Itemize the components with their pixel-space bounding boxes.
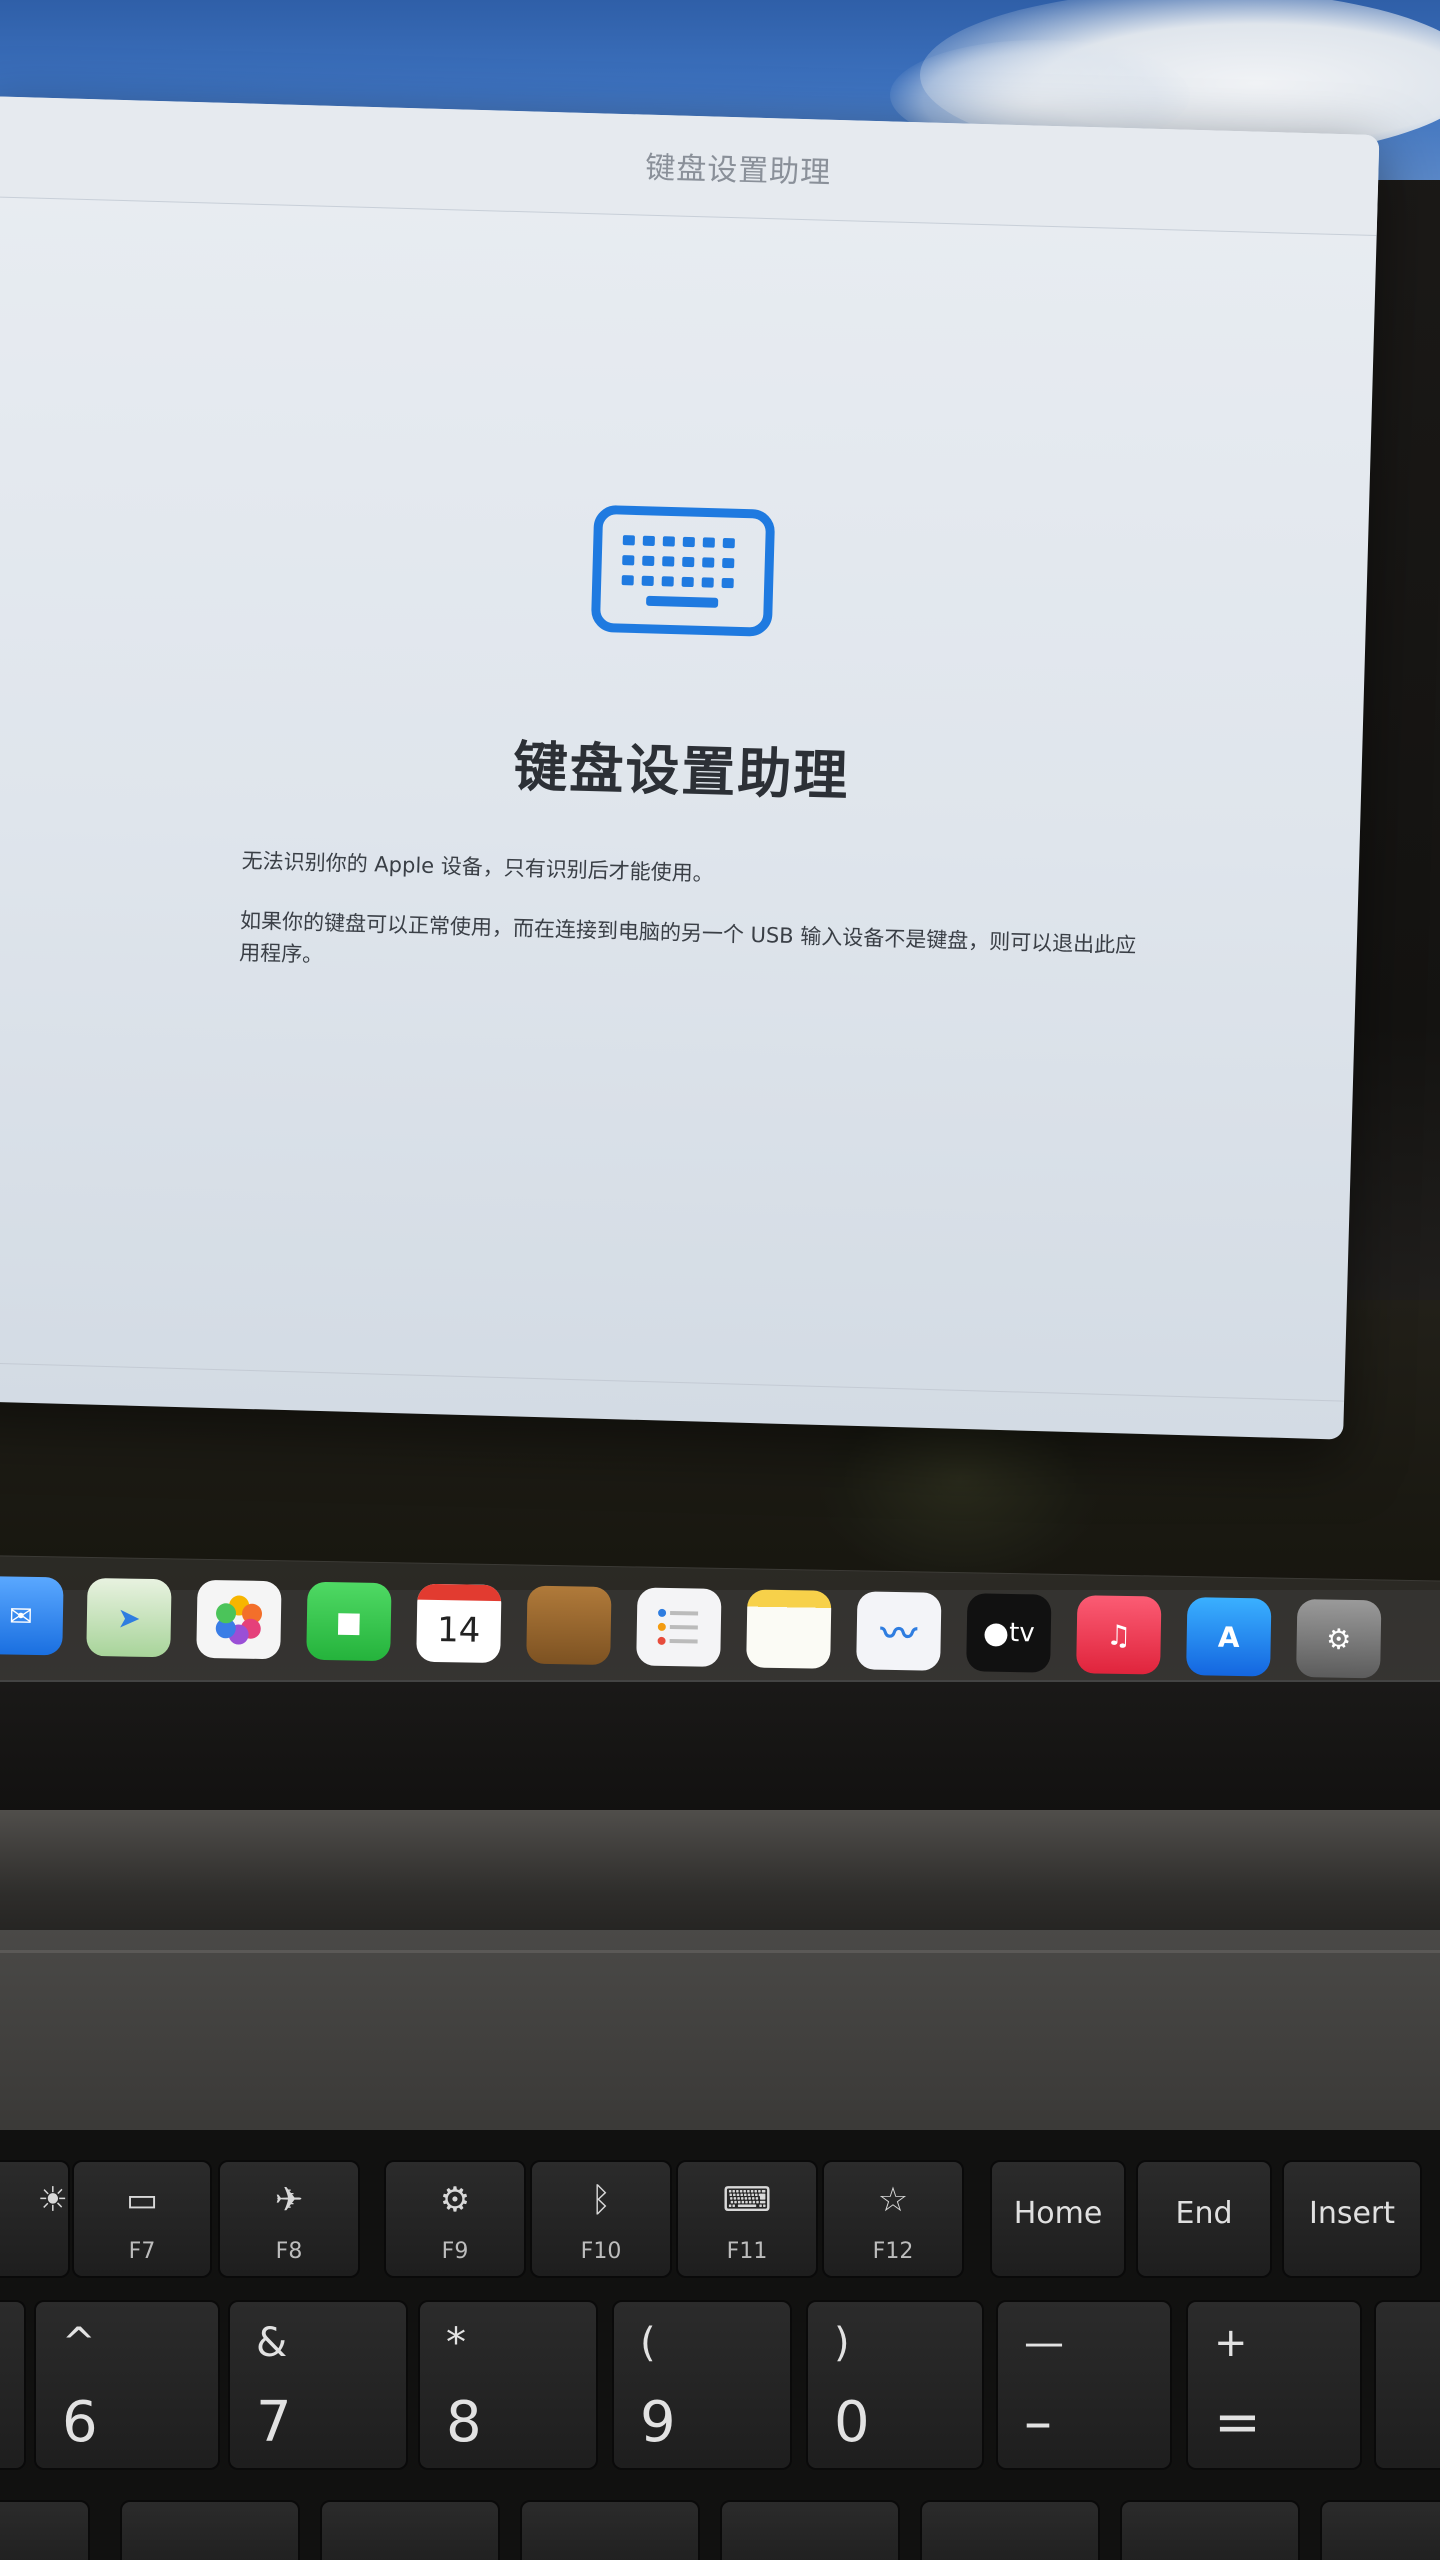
reminders-icon[interactable] [636,1587,722,1667]
home-key[interactable]: Home [990,2160,1126,2278]
key-minus[interactable]: — – [996,2300,1172,2470]
key-partial[interactable] [320,2500,500,2560]
keyboard-icon: ⌨ [722,2180,772,2220]
key-upper: ) [834,2320,850,2366]
backspace-key-partial[interactable] [1374,2300,1440,2470]
key-upper: ^ [62,2320,96,2366]
key-label: F9 [441,2239,469,2264]
f7-key[interactable]: ▭ F7 [72,2160,212,2278]
key-lower: = [1214,2390,1261,2455]
key-upper: ( [640,2320,656,2366]
app-heading: 键盘设置助理 [512,735,851,808]
key-partial[interactable] [120,2500,300,2560]
system-settings-icon[interactable]: ⚙ [1296,1598,1382,1679]
key-6[interactable]: ^ 6 [34,2300,220,2470]
laptop-hinge [0,1810,1440,1930]
key-upper: + [1214,2320,1248,2366]
key-label: F10 [580,2239,622,2264]
key-label: Insert [1308,2196,1396,2231]
facetime-icon[interactable]: ■ [306,1581,392,1662]
keyboard-icon [591,505,775,637]
key-lower: 0 [834,2390,870,2455]
key-partial[interactable] [0,2300,26,2470]
key-label: Home [1013,2196,1103,2231]
key-9[interactable]: ( 9 [612,2300,792,2470]
display-icon: ▭ [125,2180,159,2220]
laptop-bezel [0,1680,1440,1812]
f9-key[interactable]: ⚙ F9 [384,2160,526,2278]
gear-icon: ⚙ [439,2180,471,2220]
app-store-icon[interactable]: A [1186,1597,1272,1677]
contacts-icon[interactable] [526,1585,612,1666]
tv-label: tv [1008,1617,1035,1649]
key-partial[interactable] [1120,2500,1300,2560]
keyboard-setup-window: 键盘设置助理 键盘设置助理 无法识别你的 Apple 设备，只有识别后才能使用。… [0,96,1380,1440]
tv-icon[interactable]: ● tv [966,1593,1052,1673]
bluetooth-icon: ᛒ [590,2180,612,2220]
key-partial[interactable] [1320,2500,1440,2560]
freeform-icon[interactable]: 〰 [856,1591,942,1671]
key-0[interactable]: ) 0 [806,2300,984,2470]
maps-icon[interactable]: ➤ [86,1577,172,1658]
deck-edge [0,1950,1440,1953]
reminders-list-icon [657,1608,699,1645]
key-label: End [1175,2196,1233,2231]
key-8[interactable]: * 8 [418,2300,598,2470]
window-title: 键盘设置助理 [644,150,832,191]
key-upper: * [446,2320,466,2366]
key-partial[interactable] [720,2500,900,2560]
photos-icon[interactable] [196,1579,282,1660]
star-icon: ☆ [877,2180,909,2220]
calendar-icon[interactable]: 14 [416,1583,502,1664]
key-label: F12 [872,2239,914,2264]
key-lower: 9 [640,2390,676,2455]
f11-key[interactable]: ⌨ F11 [676,2160,818,2278]
fn-key-partial[interactable]: ☀ [0,2160,70,2278]
photo-scene: 键盘设置助理 键盘设置助理 无法识别你的 Apple 设备，只有识别后才能使用。… [0,0,1440,2560]
key-lower: 7 [256,2390,292,2455]
mail-icon[interactable]: ✉ [0,1575,64,1656]
calendar-header [417,1583,502,1602]
notes-icon[interactable] [746,1589,832,1669]
key-partial[interactable] [0,2500,90,2560]
antenna-icon: ✈ [274,2180,304,2220]
key-lower: 8 [446,2390,482,2455]
key-lower: – [1024,2390,1052,2455]
key-equals[interactable]: + = [1186,2300,1362,2470]
music-icon[interactable]: ♫ [1076,1595,1162,1675]
key-partial[interactable] [520,2500,700,2560]
end-key[interactable]: End [1136,2160,1272,2278]
f12-key[interactable]: ☆ F12 [822,2160,964,2278]
calendar-day: 14 [436,1609,481,1651]
footer-divider [0,1361,1345,1402]
key-upper: & [256,2320,288,2366]
message-unrecognized: 无法识别你的 Apple 设备，只有识别后才能使用。 [241,848,715,886]
key-partial[interactable] [920,2500,1100,2560]
key-label: F8 [275,2239,303,2264]
key-lower: 6 [62,2390,98,2455]
f8-key[interactable]: ✈ F8 [218,2160,360,2278]
f10-key[interactable]: ᛒ F10 [530,2160,672,2278]
key-label: F7 [128,2239,156,2264]
key-upper: — [1024,2320,1064,2366]
key-7[interactable]: & 7 [228,2300,408,2470]
window-content: 键盘设置助理 无法识别你的 Apple 设备，只有识别后才能使用。 如果你的键盘… [0,197,1377,1402]
message-quit-hint: 如果你的键盘可以正常使用，而在连接到电脑的另一个 USB 输入设备不是键盘，则可… [238,908,1137,967]
photos-flower-icon [215,1595,263,1645]
insert-key[interactable]: Insert [1282,2160,1422,2278]
key-label: F11 [726,2239,768,2264]
